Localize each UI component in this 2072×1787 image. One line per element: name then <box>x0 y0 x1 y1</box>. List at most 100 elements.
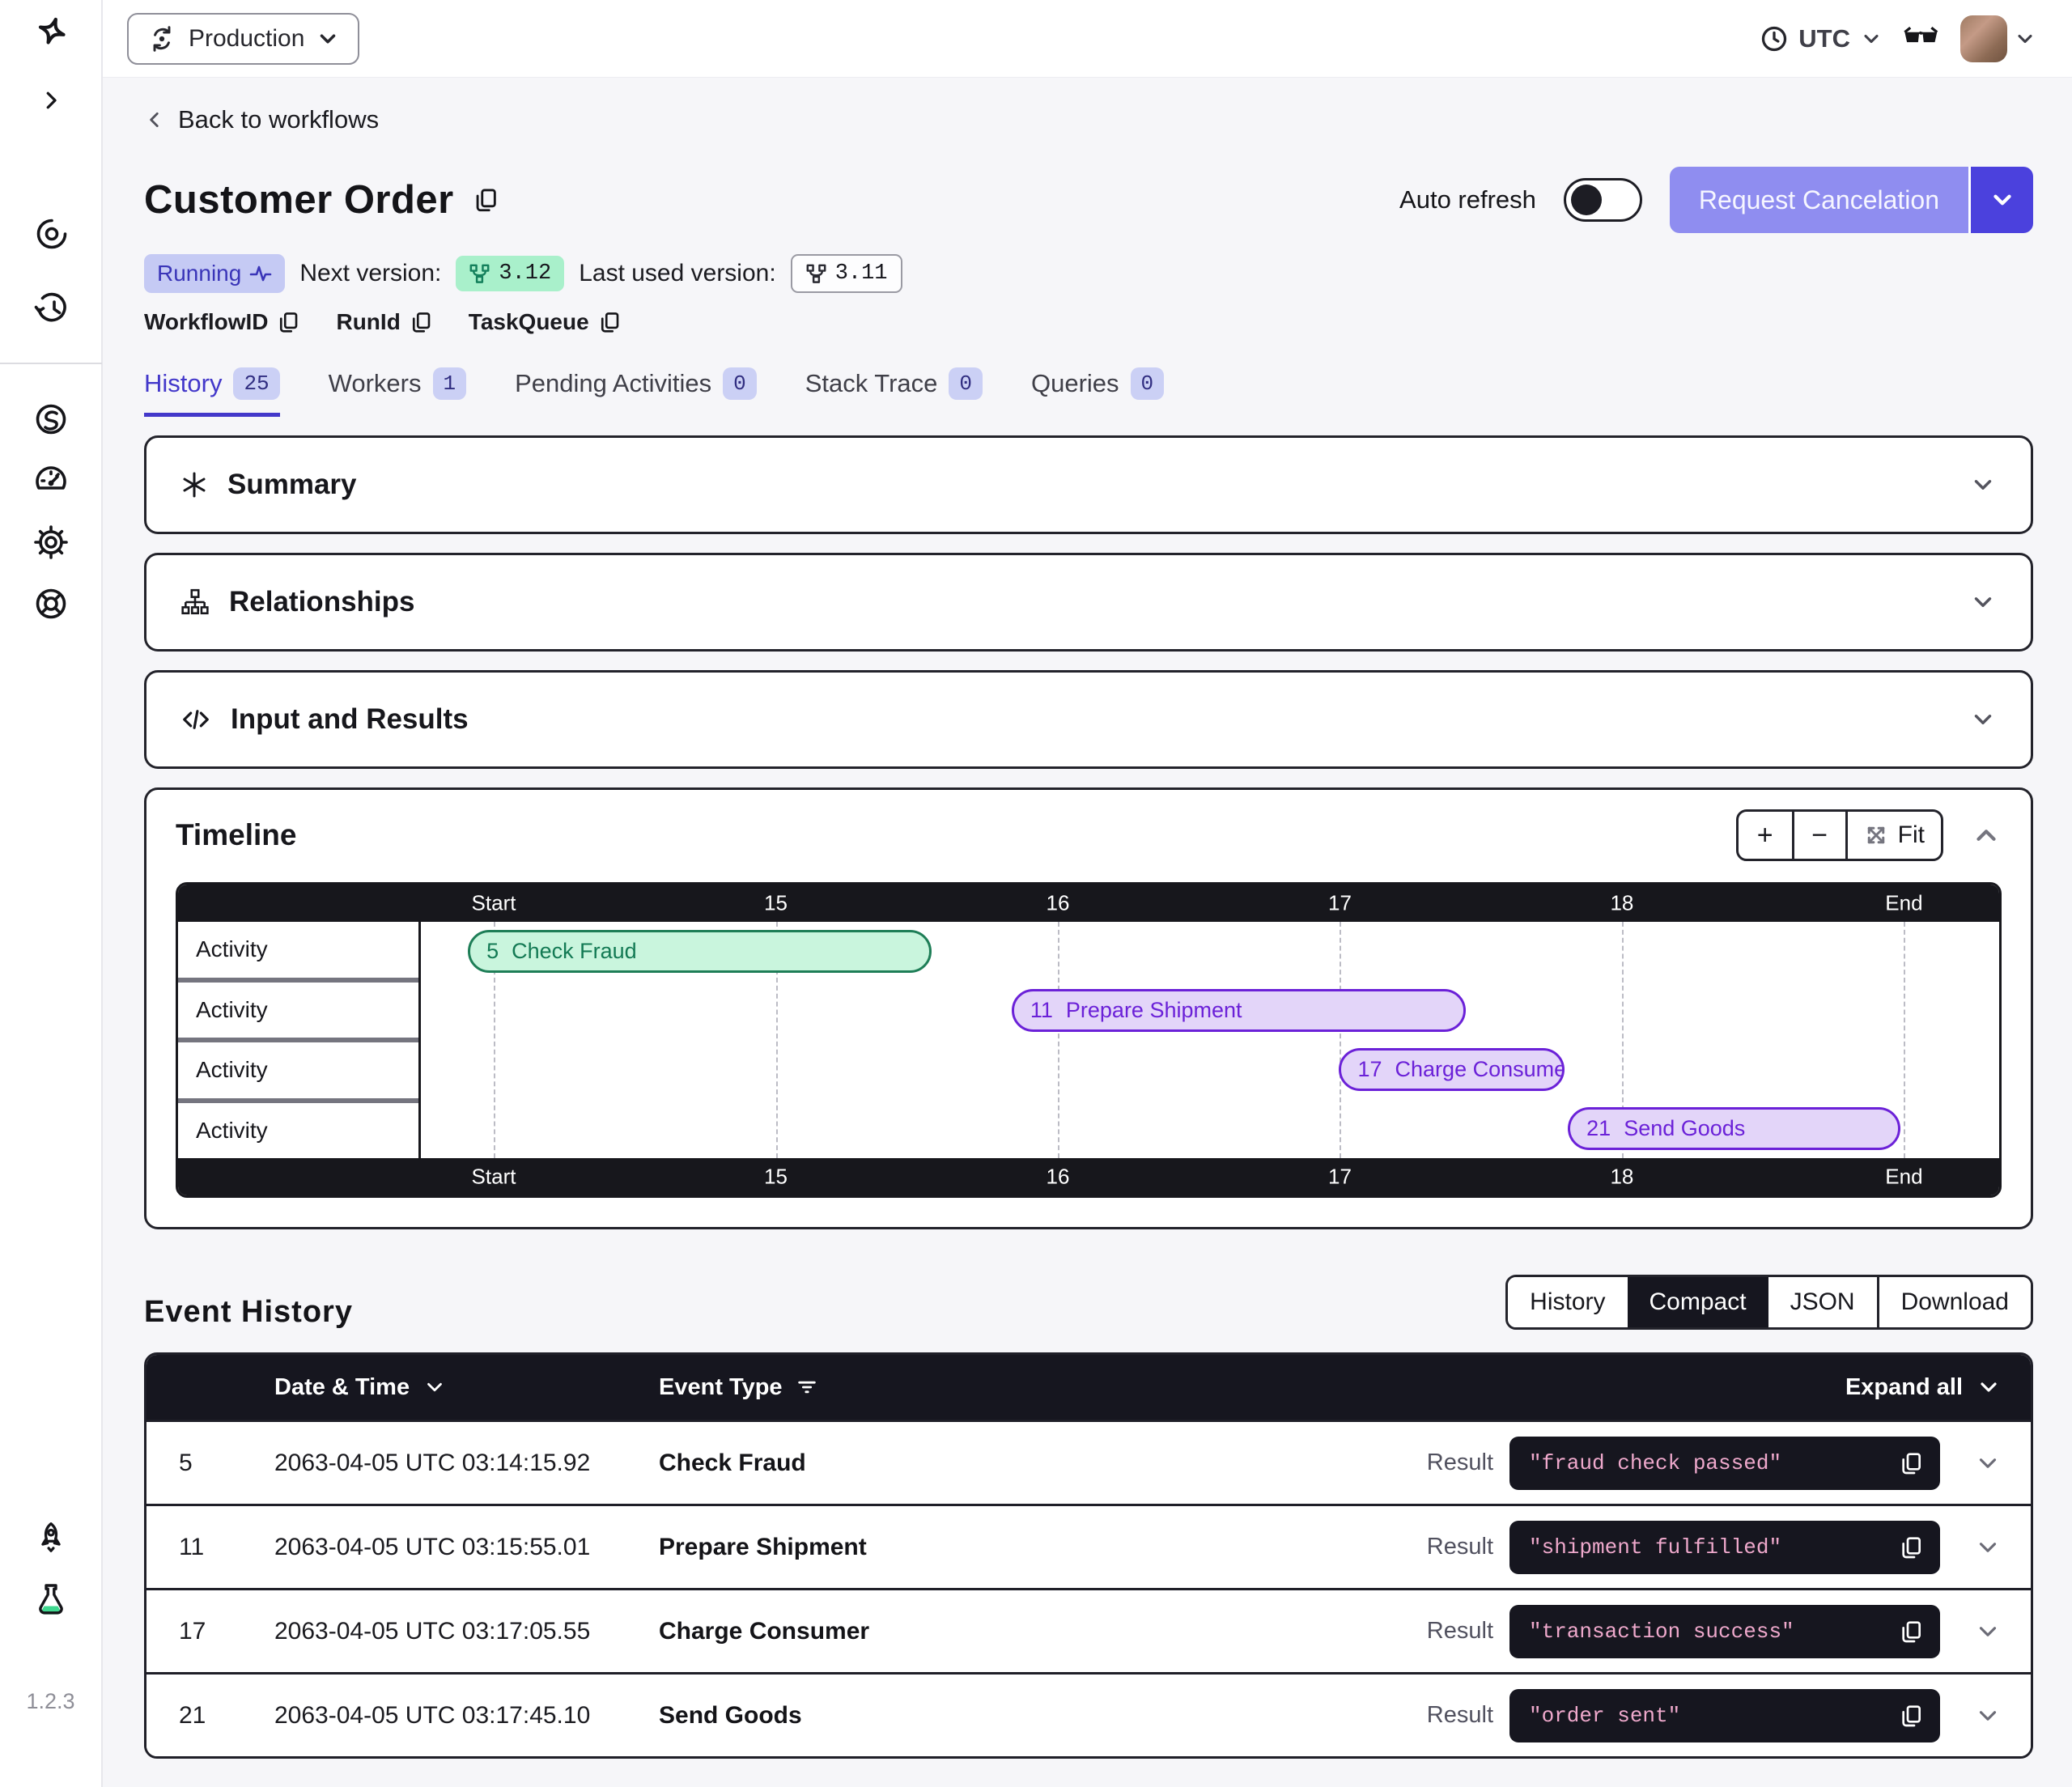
event-id: 17 <box>179 1618 274 1645</box>
timeline-zoom-controls: + − Fit <box>1736 809 1943 861</box>
event-row[interactable]: 21 2063-04-05 UTC 03:17:45.10 Send Goods… <box>146 1672 2031 1756</box>
back-label: Back to workflows <box>178 105 379 134</box>
download-button[interactable]: Download <box>1877 1277 2031 1327</box>
namespace-switcher[interactable]: Production <box>127 13 359 65</box>
tree-icon <box>180 588 210 617</box>
event-history-title: Event History <box>144 1295 353 1330</box>
copy-workflow-name-icon[interactable] <box>472 186 499 214</box>
filter-event-type[interactable]: Event Type <box>659 1374 1325 1401</box>
tab-label: Stack Trace <box>805 369 938 398</box>
namespace-icon <box>146 23 177 54</box>
event-table-header: Date & Time Event Type Expand all <box>146 1355 2031 1420</box>
workflow-id-copy[interactable]: WorkflowID <box>144 309 300 335</box>
tab-label: Queries <box>1031 369 1119 398</box>
column-date-label: Date & Time <box>274 1374 410 1401</box>
run-id-copy[interactable]: RunId <box>336 309 432 335</box>
event-type: Prepare Shipment <box>659 1534 1325 1561</box>
filter-icon <box>796 1376 818 1399</box>
summary-accordion[interactable]: Summary <box>144 435 2033 534</box>
chevron-down-icon <box>1974 1702 2002 1730</box>
tab-workers[interactable]: Workers 1 <box>329 367 466 417</box>
expand-all-button[interactable]: Expand all <box>1325 1374 2002 1401</box>
run-id-label: RunId <box>336 309 400 335</box>
view-compact-button[interactable]: Compact <box>1628 1277 1768 1327</box>
cancelation-menu-button[interactable] <box>1968 167 2033 233</box>
bar-event-id: 17 <box>1357 1057 1382 1082</box>
relationships-accordion[interactable]: Relationships <box>144 553 2033 652</box>
sidebar-expand-icon[interactable] <box>32 81 70 120</box>
chevron-down-icon <box>2014 28 2036 50</box>
workflows-icon[interactable] <box>32 214 70 253</box>
chevron-down-icon <box>1974 1534 2002 1561</box>
chevron-down-icon <box>422 1375 447 1399</box>
timeline-bar-send-goods[interactable]: 21 Send Goods <box>1568 1107 1900 1150</box>
timeline-bar-charge-consumer[interactable]: 17 Charge Consumer <box>1339 1048 1565 1091</box>
auto-refresh-toggle[interactable] <box>1564 178 1642 222</box>
next-version-value: 3.12 <box>499 261 551 286</box>
input-results-accordion[interactable]: Input and Results <box>144 670 2033 769</box>
result-code-chip: "fraud check passed" <box>1509 1437 1940 1490</box>
copy-icon <box>409 310 433 334</box>
zoom-out-button[interactable]: − <box>1792 812 1845 859</box>
timeline-axis-bottom: Start 15 16 17 18 End <box>178 1158 1999 1195</box>
copy-icon[interactable] <box>1898 1703 1924 1729</box>
chevron-down-icon <box>1976 1374 2002 1400</box>
fit-expand-icon <box>1864 823 1888 847</box>
timeline-bar-check-fraud[interactable]: 5 Check Fraud <box>468 930 932 973</box>
support-lifebuoy-icon[interactable] <box>32 584 70 623</box>
settings-gear-icon[interactable] <box>32 523 70 562</box>
schedules-icon[interactable] <box>32 288 70 327</box>
zoom-in-button[interactable]: + <box>1739 812 1792 859</box>
copy-icon[interactable] <box>1898 1619 1924 1645</box>
expand-row-button[interactable] <box>1940 1534 2002 1561</box>
tab-label: History <box>144 369 222 398</box>
collapse-timeline-icon[interactable] <box>1971 820 2002 851</box>
tab-pending-activities[interactable]: Pending Activities 0 <box>515 367 757 417</box>
view-json-button[interactable]: JSON <box>1768 1277 1877 1327</box>
copy-icon[interactable] <box>1898 1450 1924 1476</box>
event-type: Check Fraud <box>659 1450 1325 1477</box>
tab-count-badge: 1 <box>433 367 467 400</box>
feedback-glasses-icon[interactable] <box>1904 21 1939 57</box>
event-id: 11 <box>179 1534 274 1561</box>
expand-row-button[interactable] <box>1940 1618 2002 1645</box>
app-version: 1.2.3 <box>26 1689 74 1714</box>
expand-row-button[interactable] <box>1940 1450 2002 1477</box>
sort-date-time[interactable]: Date & Time <box>274 1374 659 1401</box>
zoom-fit-button[interactable]: Fit <box>1845 812 1941 859</box>
view-history-button[interactable]: History <box>1508 1277 1627 1327</box>
copy-icon[interactable] <box>1898 1534 1924 1560</box>
tab-count-badge: 0 <box>723 367 757 400</box>
tab-queries[interactable]: Queries 0 <box>1031 367 1164 417</box>
labs-flask-icon[interactable] <box>32 1581 70 1619</box>
request-cancelation-button[interactable]: Request Cancelation <box>1670 167 1968 233</box>
chevron-down-icon <box>1989 186 2016 214</box>
nexus-icon[interactable] <box>32 400 70 439</box>
tab-label: Workers <box>329 369 422 398</box>
user-menu[interactable] <box>1960 15 2036 62</box>
auto-refresh-label: Auto refresh <box>1399 185 1536 214</box>
timezone-selector[interactable]: UTC <box>1760 24 1883 53</box>
tab-count-badge: 0 <box>949 367 983 400</box>
event-row[interactable]: 5 2063-04-05 UTC 03:14:15.92 Check Fraud… <box>146 1420 2031 1504</box>
event-datetime: 2063-04-05 UTC 03:15:55.01 <box>274 1534 659 1561</box>
tab-history[interactable]: History 25 <box>144 367 280 417</box>
result-value: "order sent" <box>1529 1704 1898 1728</box>
next-version-label: Next version: <box>299 260 441 287</box>
back-to-workflows-link[interactable]: Back to workflows <box>144 105 379 134</box>
getting-started-rocket-icon[interactable] <box>32 1517 70 1556</box>
event-row[interactable]: 17 2063-04-05 UTC 03:17:05.55 Charge Con… <box>146 1588 2031 1672</box>
event-row[interactable]: 11 2063-04-05 UTC 03:15:55.01 Prepare Sh… <box>146 1504 2031 1588</box>
usage-icon[interactable] <box>32 461 70 500</box>
tab-count-badge: 0 <box>1131 367 1165 400</box>
chevron-down-icon <box>1969 588 1997 616</box>
tab-stack-trace[interactable]: Stack Trace 0 <box>805 367 983 417</box>
tick-label: 18 <box>1610 891 1633 916</box>
task-queue-copy[interactable]: TaskQueue <box>469 309 622 335</box>
expand-row-button[interactable] <box>1940 1702 2002 1730</box>
timeline-bar-prepare-shipment[interactable]: 11 Prepare Shipment <box>1012 989 1466 1032</box>
namespace-label: Production <box>189 25 304 53</box>
bar-event-id: 5 <box>486 939 499 964</box>
page-content: Back to workflows Customer Order Auto re… <box>103 78 2072 1787</box>
request-cancelation-split-button: Request Cancelation <box>1670 167 2033 233</box>
